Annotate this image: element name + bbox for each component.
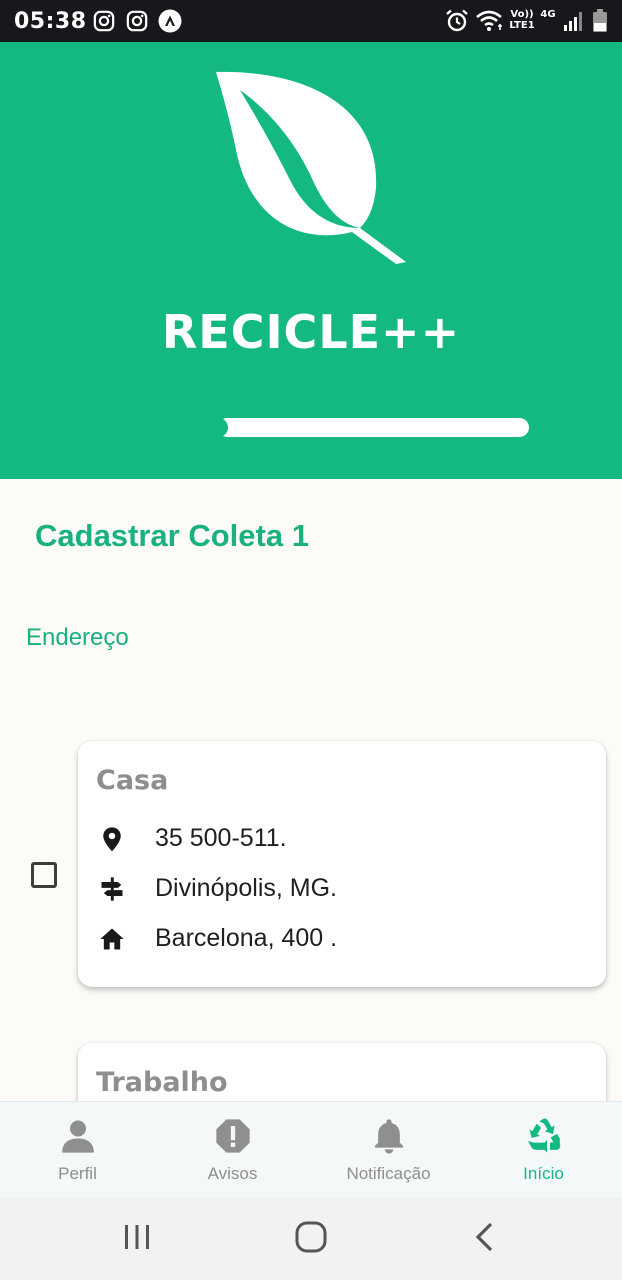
nav-label: Notificação <box>346 1164 431 1183</box>
battery-icon <box>593 9 607 32</box>
page-title: Cadastrar Coleta 1 <box>35 518 309 553</box>
nav-label: Avisos <box>207 1164 258 1183</box>
signal-icon <box>564 12 582 31</box>
alarm-icon <box>446 9 468 32</box>
address-select-checkbox[interactable] <box>31 862 57 888</box>
home-circle-icon[interactable] <box>293 1219 329 1255</box>
instagram-icon <box>93 10 115 32</box>
wifi-icon <box>476 10 502 31</box>
app-header: RECICLE++ <box>0 42 622 479</box>
nav-item-notificacao[interactable]: Notificação <box>311 1102 466 1198</box>
home-icon <box>100 928 124 950</box>
loading-progress-fill <box>218 418 529 437</box>
4g-icon: 4G <box>540 9 556 20</box>
address-row-city: Divinópolis, MG. <box>98 872 337 906</box>
address-cep: 35 500-511. <box>155 824 287 852</box>
address-section-label: Endereço <box>26 624 129 651</box>
status-bar: 05:38 Vo)) LTE1 4G <box>0 0 622 42</box>
person-icon <box>62 1120 94 1153</box>
loading-progress-bar <box>218 418 529 437</box>
address-street: Barcelona, 400 . <box>155 924 338 952</box>
nav-item-avisos[interactable]: Avisos <box>155 1102 310 1198</box>
address-card-casa[interactable]: Casa 35 500-511. Divinópolis, MG. Barcel… <box>78 741 606 987</box>
nav-label: Perfil <box>58 1164 97 1183</box>
system-navigation-bar <box>0 1197 622 1280</box>
location-pin-icon <box>103 827 121 852</box>
bottom-navigation: Perfil Avisos Notificação Início <box>0 1101 622 1198</box>
nav-item-inicio[interactable]: Início <box>466 1102 621 1198</box>
app-notification-icon <box>158 9 182 33</box>
signpost-icon <box>101 877 123 901</box>
back-icon[interactable] <box>467 1219 503 1255</box>
app-name: RECICLE++ <box>161 305 461 359</box>
address-card-title: Casa <box>96 765 169 796</box>
status-time: 05:38 <box>14 9 87 34</box>
address-row-street: Barcelona, 400 . <box>98 922 337 956</box>
leaf-icon <box>216 71 406 265</box>
recycle-icon <box>528 1118 561 1153</box>
bell-icon <box>374 1119 404 1154</box>
address-card-title: Trabalho <box>96 1067 228 1098</box>
recents-icon[interactable] <box>119 1219 155 1255</box>
alert-icon <box>216 1119 250 1153</box>
address-city: Divinópolis, MG. <box>155 874 337 902</box>
instagram-icon <box>126 10 148 32</box>
nav-item-perfil[interactable]: Perfil <box>0 1102 155 1198</box>
volte-icon: Vo)) LTE1 <box>509 9 535 31</box>
address-row-cep: 35 500-511. <box>98 822 287 856</box>
nav-label: Início <box>523 1164 564 1183</box>
